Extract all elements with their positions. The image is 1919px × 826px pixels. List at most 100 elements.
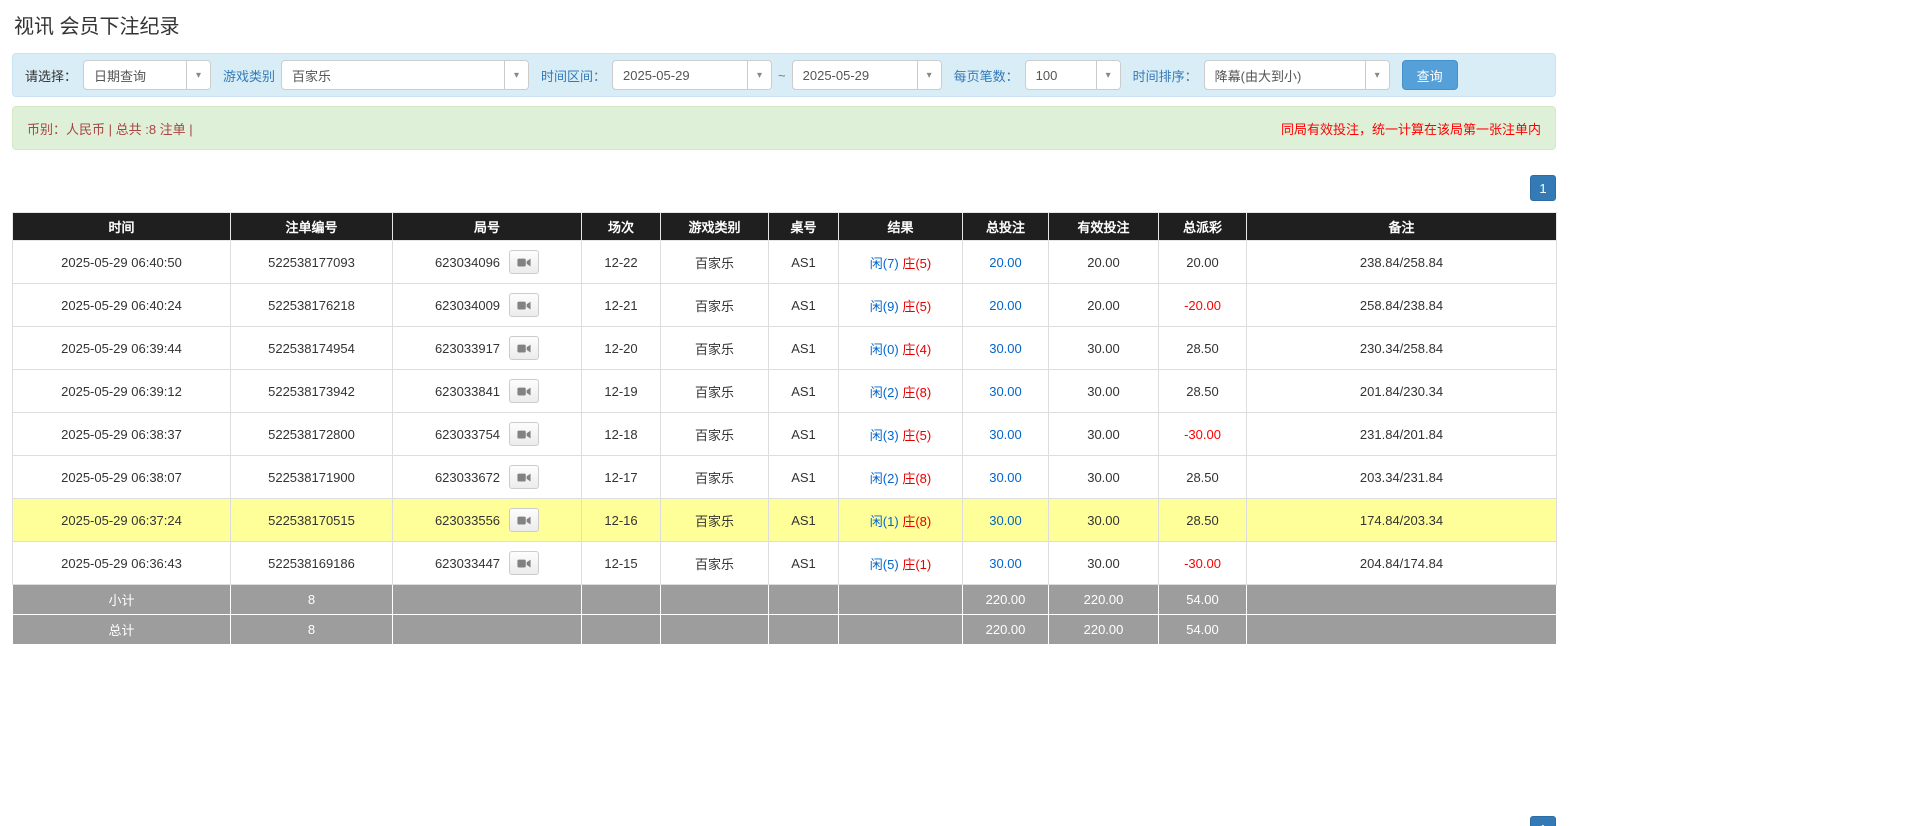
total-bet-link[interactable]: 20.00 [989,298,1022,313]
result-player: 闲(2) [870,471,899,486]
round-id-text: 623034096 [435,255,500,270]
cell-valid-bet: 20.00 [1049,284,1159,327]
per-page-select[interactable]: 100 ▾ [1025,60,1121,90]
cell-time: 2025-05-29 06:38:37 [13,413,231,456]
total-bet-link[interactable]: 30.00 [989,556,1022,571]
cell-payout: -20.00 [1159,284,1247,327]
chevron-down-icon: ▾ [1365,61,1389,89]
total-bet-link[interactable]: 30.00 [989,427,1022,442]
total-bet-link[interactable]: 30.00 [989,470,1022,485]
result-banker: 庄(4) [902,342,931,357]
sort-select[interactable]: 降幕(由大到小) ▾ [1204,60,1390,90]
summary-empty [661,585,769,615]
summary-row: 总计8220.00220.0054.00 [13,615,1557,645]
column-header: 结果 [839,213,963,241]
cell-game-type: 百家乐 [661,542,769,585]
table-body: 2025-05-29 06:40:50522538177093623034096… [13,241,1557,585]
summary-row: 小计8220.00220.0054.00 [13,585,1557,615]
cell-result: 闲(0) 庄(4) [839,327,963,370]
table-row: 2025-05-29 06:37:24522538170515623033556… [13,499,1557,542]
cell-payout: 28.50 [1159,327,1247,370]
column-header: 总派彩 [1159,213,1247,241]
column-header: 备注 [1247,213,1557,241]
video-replay-button[interactable] [509,422,539,446]
video-camera-icon [517,429,531,440]
per-page-value: 100 [1026,61,1096,89]
date-from-value: 2025-05-29 [613,61,747,89]
cell-round-id: 623034096 [393,241,582,284]
cell-time: 2025-05-29 06:37:24 [13,499,231,542]
cell-remark: 231.84/201.84 [1247,413,1557,456]
search-button[interactable]: 查询 [1402,60,1458,90]
video-replay-button[interactable] [509,250,539,274]
result-player: 闲(2) [870,385,899,400]
cell-payout: -30.00 [1159,542,1247,585]
cell-table-no: AS1 [769,284,839,327]
content: 视讯 会员下注纪录 请选择： 日期查询 ▾ 游戏类别 百家乐 ▾ 时间区间： 2… [12,0,1556,645]
summary-label: 总计 [13,615,231,645]
cell-time: 2025-05-29 06:40:24 [13,284,231,327]
total-bet-link[interactable]: 30.00 [989,513,1022,528]
date-to-select[interactable]: 2025-05-29 ▾ [792,60,942,90]
cell-remark: 204.84/174.84 [1247,542,1557,585]
cell-game-type: 百家乐 [661,413,769,456]
cell-valid-bet: 30.00 [1049,413,1159,456]
round-id-text: 623033917 [435,341,500,356]
summary-total-bet: 220.00 [963,585,1049,615]
cell-game-type: 百家乐 [661,370,769,413]
round-id-text: 623033841 [435,384,500,399]
cell-time: 2025-05-29 06:38:07 [13,456,231,499]
video-replay-button[interactable] [509,465,539,489]
video-replay-button[interactable] [509,551,539,575]
total-bet-link[interactable]: 30.00 [989,341,1022,356]
round-id-text: 623033754 [435,427,500,442]
video-replay-button[interactable] [509,379,539,403]
cell-result: 闲(9) 庄(5) [839,284,963,327]
query-type-select[interactable]: 日期查询 ▾ [83,60,211,90]
total-bet-link[interactable]: 20.00 [989,255,1022,270]
time-range-label: 时间区间： [541,66,606,85]
cell-bet-id: 522538170515 [231,499,393,542]
cell-total-bet: 30.00 [963,327,1049,370]
total-bet-link[interactable]: 30.00 [989,384,1022,399]
video-replay-button[interactable] [509,293,539,317]
date-from-select[interactable]: 2025-05-29 ▾ [612,60,772,90]
result-banker: 庄(8) [902,471,931,486]
result-banker: 庄(5) [902,428,931,443]
chevron-down-icon: ▾ [186,61,210,89]
result-player: 闲(7) [870,256,899,271]
video-replay-button[interactable] [509,508,539,532]
cell-session: 12-18 [582,413,661,456]
pagination-page-button[interactable]: 1 [1530,175,1556,201]
video-replay-button[interactable] [509,336,539,360]
round-id-wrap: 623033672 [435,465,539,489]
cell-remark: 238.84/258.84 [1247,241,1557,284]
cell-session: 12-15 [582,542,661,585]
cell-table-no: AS1 [769,370,839,413]
cell-round-id: 623033917 [393,327,582,370]
result-player: 闲(3) [870,428,899,443]
cell-game-type: 百家乐 [661,241,769,284]
round-id-wrap: 623034096 [435,250,539,274]
video-camera-icon [517,558,531,569]
video-camera-icon [517,386,531,397]
cell-time: 2025-05-29 06:36:43 [13,542,231,585]
date-to-value: 2025-05-29 [793,61,917,89]
cell-session: 12-17 [582,456,661,499]
cell-payout: 28.50 [1159,499,1247,542]
summary-valid-bet: 220.00 [1049,585,1159,615]
cell-valid-bet: 30.00 [1049,370,1159,413]
cell-valid-bet: 20.00 [1049,241,1159,284]
pagination-page-button-bottom[interactable]: 1 [1530,816,1556,826]
cell-total-bet: 30.00 [963,456,1049,499]
cell-result: 闲(1) 庄(8) [839,499,963,542]
table-row: 2025-05-29 06:39:12522538173942623033841… [13,370,1557,413]
game-type-select[interactable]: 百家乐 ▾ [281,60,529,90]
cell-table-no: AS1 [769,499,839,542]
cell-table-no: AS1 [769,413,839,456]
summary-empty [393,615,582,645]
cell-remark: 174.84/203.34 [1247,499,1557,542]
cell-payout: 20.00 [1159,241,1247,284]
cell-bet-id: 522538177093 [231,241,393,284]
cell-payout: -30.00 [1159,413,1247,456]
